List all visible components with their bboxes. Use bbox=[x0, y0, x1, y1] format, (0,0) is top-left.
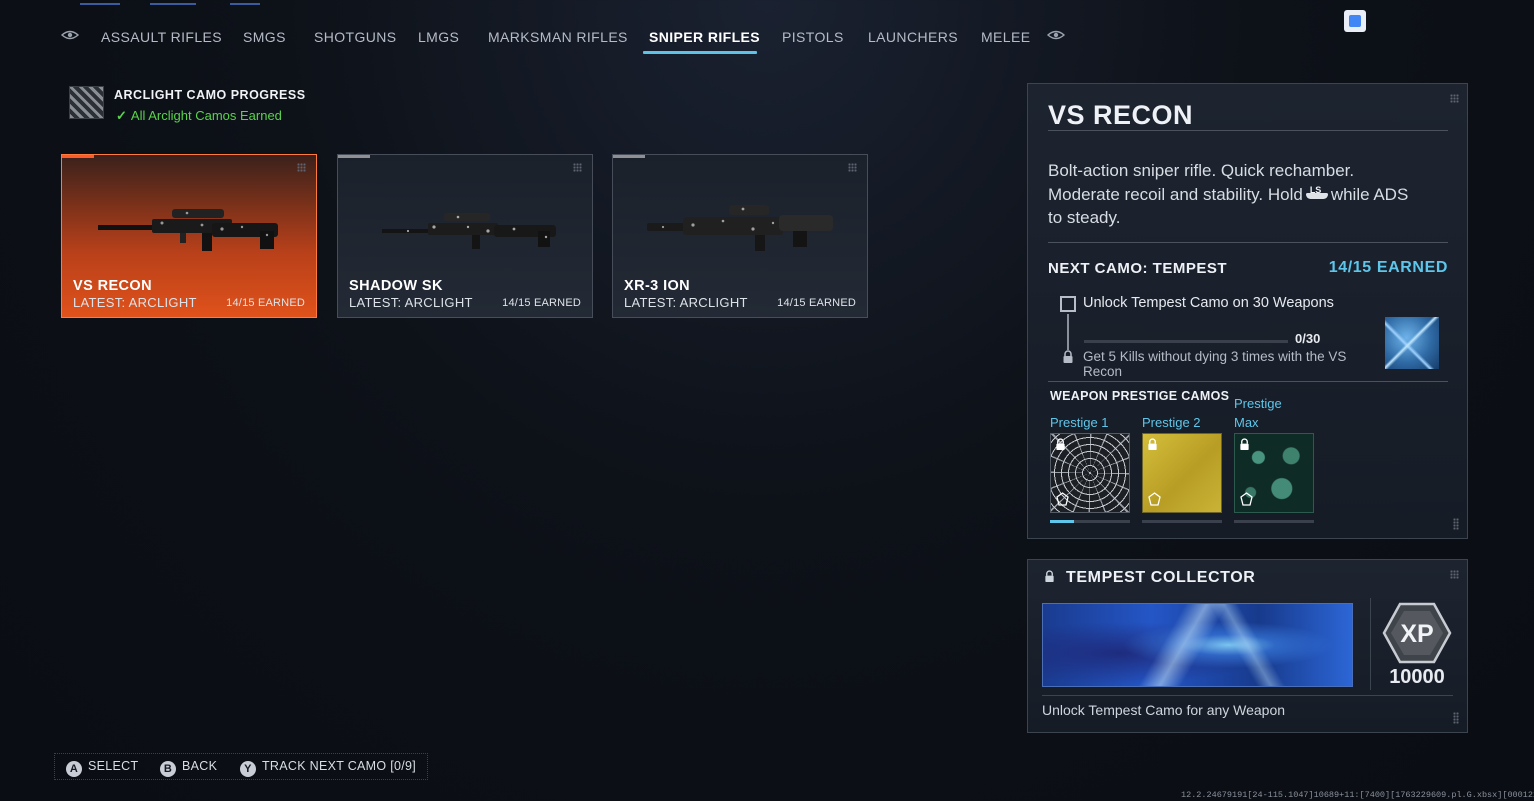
grid-icon bbox=[573, 163, 582, 172]
left-stick-icon: LS bbox=[1305, 185, 1328, 201]
prestige-2-label: Prestige 2 bbox=[1142, 415, 1201, 430]
weapon-latest-camo: LATEST: ARCLIGHT bbox=[73, 295, 197, 310]
grid-icon bbox=[1450, 570, 1459, 579]
top-strip bbox=[80, 0, 270, 8]
sniper-rifle-icon bbox=[98, 209, 278, 251]
track-next-camo-hint[interactable]: Y TRACK NEXT CAMO [0/9] bbox=[240, 759, 416, 777]
weapon-earned-count: 14/15 EARNED bbox=[502, 297, 581, 309]
weapon-card-xr-3-ion[interactable]: XR-3 ION LATEST: ARCLIGHT 14/15 EARNED bbox=[612, 154, 868, 318]
prestige-badge-icon bbox=[1148, 492, 1161, 506]
weapon-earned-count: 14/15 EARNED bbox=[777, 297, 856, 309]
prestige-2-progress-bar bbox=[1142, 520, 1222, 523]
camo-progress-title: ARCLIGHT CAMO PROGRESS bbox=[114, 88, 306, 102]
xp-badge-icon: XP bbox=[1382, 602, 1452, 664]
weapon-name: SHADOW SK bbox=[349, 278, 443, 294]
grid-icon bbox=[297, 163, 306, 172]
weapon-earned-count: 14/15 EARNED bbox=[226, 297, 305, 309]
next-camo-earned: 14/15 EARNED bbox=[1328, 259, 1448, 276]
prestige-max-progress-bar bbox=[1234, 520, 1314, 523]
collector-title: TEMPEST COLLECTOR bbox=[1066, 569, 1256, 586]
prestige-badge-icon bbox=[1056, 492, 1069, 506]
grid-icon bbox=[1450, 94, 1459, 103]
lb-bumper-icon[interactable] bbox=[60, 28, 80, 42]
prestige-max-camo-tile[interactable] bbox=[1234, 433, 1314, 513]
weapon-latest-camo: LATEST: ARCLIGHT bbox=[624, 295, 748, 310]
challenge-description: Get 5 Kills without dying 3 times with t… bbox=[1083, 349, 1347, 379]
prestige-camos-title: WEAPON PRESTIGE CAMOS bbox=[1050, 389, 1230, 403]
lock-icon bbox=[1148, 438, 1157, 450]
rb-bumper-icon[interactable] bbox=[1046, 28, 1066, 42]
weapon-card-shadow-sk[interactable]: SHADOW SK LATEST: ARCLIGHT 14/15 EARNED bbox=[337, 154, 593, 318]
camo-progress-status: ✓ All Arclight Camos Earned bbox=[116, 108, 282, 123]
sniper-rifle-icon bbox=[647, 205, 833, 251]
a-button-icon: A bbox=[66, 761, 82, 777]
weapon-detail-panel: VS RECON Bolt-action sniper rifle. Quick… bbox=[1027, 83, 1468, 539]
prestige-1-progress-bar bbox=[1050, 520, 1130, 523]
arclight-camo-thumbnail bbox=[69, 86, 104, 119]
collector-reward-artwork bbox=[1042, 603, 1353, 687]
challenge-progress-bar bbox=[1084, 340, 1288, 343]
checkmark-icon: ✓ bbox=[116, 108, 127, 123]
prestige-1-label: Prestige 1 bbox=[1050, 415, 1109, 430]
prestige-2-camo-tile[interactable] bbox=[1142, 433, 1222, 513]
controller-hints-bar: A SELECT B BACK Y TRACK NEXT CAMO [0/9] bbox=[54, 753, 428, 780]
weapon-card-vs-recon[interactable]: VS RECON LATEST: ARCLIGHT 14/15 EARNED bbox=[61, 154, 317, 318]
translate-icon[interactable] bbox=[1344, 10, 1366, 32]
collector-description: Unlock Tempest Camo for any Weapon bbox=[1042, 702, 1286, 718]
prestige-max-label: Prestige Max bbox=[1234, 396, 1282, 430]
weapon-latest-camo: LATEST: ARCLIGHT bbox=[349, 295, 473, 310]
weapon-name: VS RECON bbox=[73, 278, 152, 294]
weapon-description: Bolt-action sniper rifle. Quick rechambe… bbox=[1048, 161, 1409, 227]
weapon-name: XR-3 ION bbox=[624, 278, 691, 294]
build-version-string: 12.2.24679191[24-115.1047]10689+11:[7400… bbox=[1181, 790, 1534, 800]
xp-reward-amount: 10000 bbox=[1389, 666, 1445, 688]
tab-sniper-rifles[interactable]: SNIPER RIFLES bbox=[643, 26, 760, 54]
tempest-collector-panel: TEMPEST COLLECTOR XP 10000 Unlock Tempes… bbox=[1027, 559, 1468, 733]
detail-weapon-title: VS RECON bbox=[1048, 100, 1194, 130]
prestige-1-camo-tile[interactable] bbox=[1050, 433, 1130, 513]
challenge-title: Unlock Tempest Camo on 30 Weapons bbox=[1083, 295, 1334, 311]
next-camo-label: NEXT CAMO: TEMPEST bbox=[1048, 260, 1228, 277]
svg-text:XP: XP bbox=[1400, 620, 1433, 648]
lock-icon bbox=[1240, 438, 1249, 450]
challenge-checkbox[interactable] bbox=[1060, 296, 1076, 312]
y-button-icon: Y bbox=[240, 761, 256, 777]
back-hint[interactable]: B BACK bbox=[160, 759, 217, 777]
lock-icon bbox=[1063, 350, 1073, 363]
lock-icon bbox=[1045, 570, 1054, 582]
tempest-camo-thumbnail bbox=[1385, 317, 1439, 369]
grid-icon bbox=[848, 163, 857, 172]
select-hint[interactable]: A SELECT bbox=[66, 759, 138, 777]
b-button-icon: B bbox=[160, 761, 176, 777]
challenge-progress-count: 0/30 bbox=[1295, 331, 1321, 346]
lock-icon bbox=[1056, 438, 1065, 450]
sniper-rifle-icon bbox=[382, 213, 556, 249]
prestige-badge-icon bbox=[1240, 492, 1253, 506]
